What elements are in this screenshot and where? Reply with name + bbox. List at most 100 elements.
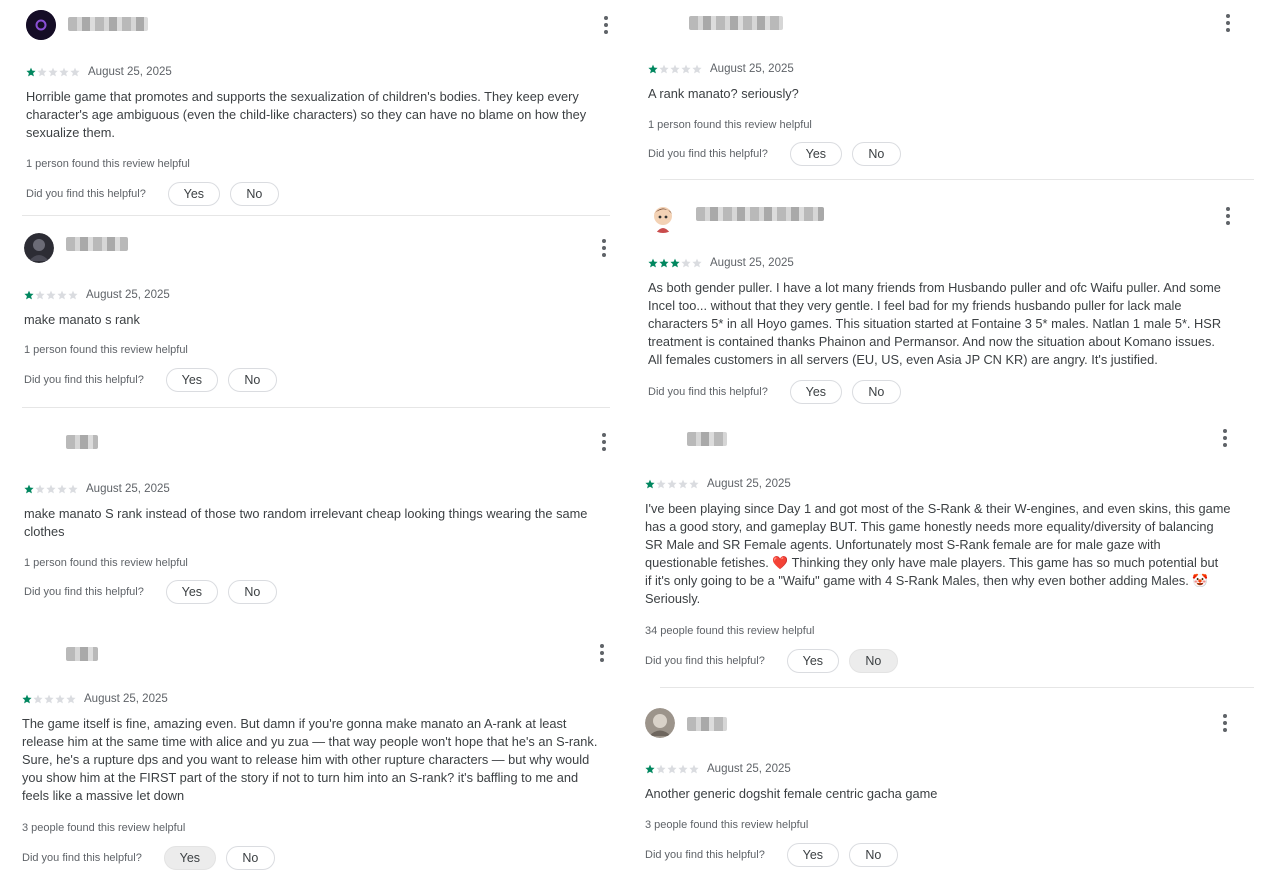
avatar-image: [645, 708, 675, 738]
review-card: August 25, 2025 As both gender puller. I…: [638, 198, 1276, 412]
review-text: Horrible game that promotes and supports…: [26, 89, 587, 140]
review-date: August 25, 2025: [86, 289, 170, 301]
star-empty-icon: [70, 67, 80, 77]
star-rating: [24, 290, 78, 300]
star-filled-icon: [24, 290, 34, 300]
star-empty-icon: [37, 67, 47, 77]
review-header: [638, 0, 1276, 40]
star-empty-icon: [689, 764, 699, 774]
review-text: As both gender puller. I have a lot many…: [648, 280, 1222, 367]
yes-button[interactable]: Yes: [167, 182, 220, 206]
no-button[interactable]: No: [851, 380, 901, 404]
no-button[interactable]: No: [229, 182, 279, 206]
star-empty-icon: [667, 764, 677, 774]
more-options-icon[interactable]: [1218, 12, 1238, 34]
review-card: August 25, 2025 make manato S rank inste…: [0, 420, 632, 620]
yes-button[interactable]: Yes: [165, 368, 218, 392]
yes-button[interactable]: Yes: [786, 649, 839, 673]
helpful-question: Did you find this helpful?: [22, 852, 142, 864]
star-rating: [26, 67, 80, 77]
star-empty-icon: [670, 64, 680, 74]
no-button[interactable]: No: [848, 649, 898, 673]
star-empty-icon: [678, 479, 688, 489]
review-card: August 25, 2025 Another generic dogshit …: [638, 700, 1276, 878]
star-empty-icon: [692, 258, 702, 268]
star-rating: [24, 484, 78, 494]
avatar: [645, 708, 675, 738]
reviewer-name-redacted: [66, 435, 98, 449]
review-header: [0, 0, 632, 40]
no-button[interactable]: No: [227, 368, 277, 392]
review-card: August 25, 2025 Horrible game that promo…: [0, 0, 632, 216]
no-button[interactable]: No: [851, 142, 901, 166]
more-options-icon[interactable]: [1218, 205, 1238, 227]
avatar: [24, 233, 54, 263]
star-rating: [22, 694, 76, 704]
reviewer-name-redacted: [68, 17, 148, 31]
yes-button[interactable]: Yes: [165, 580, 218, 604]
yes-button[interactable]: Yes: [789, 142, 842, 166]
reviewer-name-redacted: [66, 647, 98, 661]
no-button[interactable]: No: [227, 580, 277, 604]
star-empty-icon: [68, 484, 78, 494]
star-empty-icon: [681, 64, 691, 74]
more-options-icon[interactable]: [594, 431, 614, 453]
review-date: August 25, 2025: [86, 483, 170, 495]
review-card: August 25, 2025 I've been playing since …: [638, 420, 1276, 688]
helpful-question: Did you find this helpful?: [648, 386, 768, 398]
helpful-count: 1 person found this review helpful: [24, 344, 188, 356]
reviews-column-right: August 25, 2025 A rank manato? seriously…: [638, 0, 1276, 878]
helpful-question: Did you find this helpful?: [645, 655, 765, 667]
review-header: [638, 198, 1276, 238]
review-text: make manato s rank: [24, 312, 140, 327]
reviews-column-left: August 25, 2025 Horrible game that promo…: [0, 0, 632, 878]
star-empty-icon: [692, 64, 702, 74]
star-empty-icon: [57, 290, 67, 300]
avatar: [648, 203, 678, 233]
star-empty-icon: [659, 64, 669, 74]
star-empty-icon: [681, 258, 691, 268]
reviewer-name-redacted: [66, 237, 128, 251]
helpful-count: 34 people found this review helpful: [645, 625, 815, 637]
review-text: The game itself is fine, amazing even. B…: [22, 716, 598, 803]
reviewer-name-redacted: [696, 207, 824, 221]
star-filled-icon: [670, 258, 680, 268]
star-empty-icon: [656, 764, 666, 774]
review-header: [638, 420, 1276, 460]
review-date: August 25, 2025: [88, 66, 172, 78]
star-empty-icon: [33, 694, 43, 704]
star-filled-icon: [645, 764, 655, 774]
star-empty-icon: [66, 694, 76, 704]
more-options-icon[interactable]: [596, 14, 616, 36]
star-empty-icon: [35, 290, 45, 300]
review-text: make manato S rank instead of those two …: [24, 506, 588, 539]
review-header: [638, 700, 1276, 740]
star-empty-icon: [46, 290, 56, 300]
star-rating: [648, 258, 702, 268]
star-empty-icon: [68, 290, 78, 300]
more-options-icon[interactable]: [594, 237, 614, 259]
star-empty-icon: [57, 484, 67, 494]
star-rating: [645, 479, 699, 489]
avatar-image: [26, 10, 56, 40]
yes-button[interactable]: Yes: [163, 846, 216, 870]
no-button[interactable]: No: [848, 843, 898, 867]
more-options-icon[interactable]: [1215, 427, 1235, 449]
star-filled-icon: [659, 258, 669, 268]
review-card: August 25, 2025 make manato s rank 1 per…: [0, 222, 632, 408]
star-empty-icon: [59, 67, 69, 77]
no-button[interactable]: No: [225, 846, 275, 870]
helpful-question: Did you find this helpful?: [24, 586, 144, 598]
star-empty-icon: [667, 479, 677, 489]
review-date: August 25, 2025: [84, 693, 168, 705]
helpful-question: Did you find this helpful?: [24, 374, 144, 386]
review-card: August 25, 2025 The game itself is fine,…: [0, 634, 632, 878]
reviewer-name-redacted: [689, 16, 783, 30]
helpful-count: 1 person found this review helpful: [26, 158, 190, 170]
star-empty-icon: [46, 484, 56, 494]
more-options-icon[interactable]: [1215, 712, 1235, 734]
yes-button[interactable]: Yes: [789, 380, 842, 404]
star-filled-icon: [24, 484, 34, 494]
more-options-icon[interactable]: [592, 642, 612, 664]
yes-button[interactable]: Yes: [786, 843, 839, 867]
